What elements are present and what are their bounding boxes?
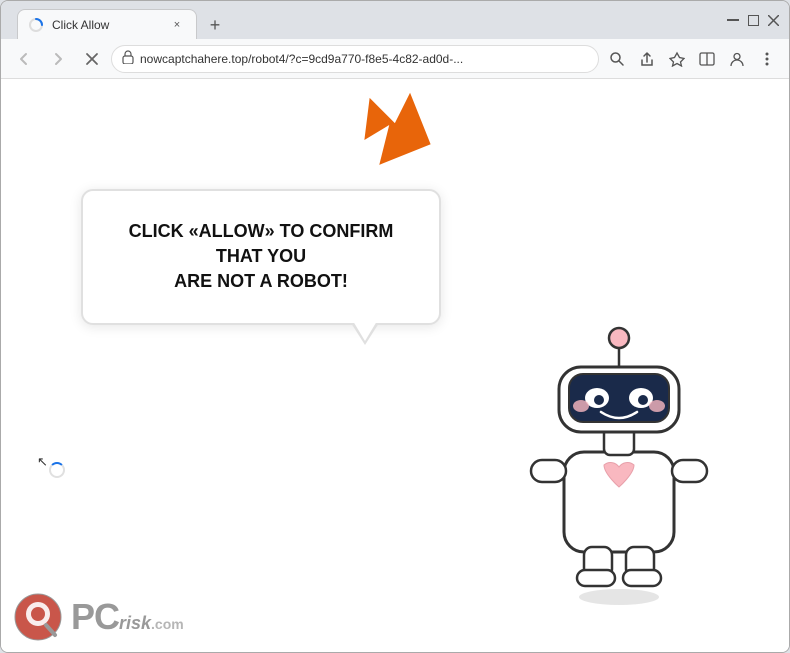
browser-tab[interactable]: Click Allow × — [17, 9, 197, 39]
bubble-line1: CLICK «ALLOW» TO CONFIRM THAT YOU — [129, 221, 394, 266]
tab-favicon — [28, 17, 44, 33]
close-button[interactable] — [765, 12, 781, 28]
browser-window: Click Allow × + — [0, 0, 790, 653]
toolbar: nowcaptchahere.top/robot4/?c=9cd9a770-f8… — [1, 39, 789, 79]
share-icon-button[interactable] — [633, 45, 661, 73]
search-icon-button[interactable] — [603, 45, 631, 73]
bookmark-icon-button[interactable] — [663, 45, 691, 73]
tab-title: Click Allow — [52, 18, 160, 32]
new-tab-button[interactable]: + — [201, 11, 229, 39]
lock-icon — [122, 50, 134, 67]
pcrisk-pc-text: PC — [71, 599, 119, 635]
toolbar-actions — [603, 45, 781, 73]
minimize-button[interactable] — [725, 12, 741, 28]
forward-button[interactable] — [43, 44, 73, 74]
robot-illustration — [509, 312, 729, 592]
window-controls — [725, 12, 781, 28]
loading-spinner — [49, 462, 69, 482]
split-view-button[interactable] — [693, 45, 721, 73]
address-text: nowcaptchahere.top/robot4/?c=9cd9a770-f8… — [140, 52, 588, 66]
reload-button[interactable] — [77, 44, 107, 74]
speech-bubble: CLICK «ALLOW» TO CONFIRM THAT YOU ARE NO… — [81, 189, 441, 325]
content-area: CLICK «ALLOW» TO CONFIRM THAT YOU ARE NO… — [1, 79, 789, 652]
tab-close-button[interactable]: × — [168, 16, 186, 34]
pcrisk-risk-text: risk.com — [119, 613, 184, 634]
bubble-text: CLICK «ALLOW» TO CONFIRM THAT YOU ARE NO… — [115, 219, 407, 295]
profile-icon-button[interactable] — [723, 45, 751, 73]
pcrisk-logo-icon — [13, 592, 63, 642]
bubble-line2: ARE NOT A ROBOT! — [174, 271, 348, 291]
address-bar[interactable]: nowcaptchahere.top/robot4/?c=9cd9a770-f8… — [111, 45, 599, 73]
maximize-button[interactable] — [745, 12, 761, 28]
cursor-icon: ↖ — [37, 454, 48, 470]
back-button[interactable] — [9, 44, 39, 74]
pcrisk-watermark: PC risk.com — [1, 582, 251, 652]
orange-arrow — [355, 89, 435, 179]
pcrisk-text-group: PC risk.com — [71, 599, 184, 635]
menu-button[interactable] — [753, 45, 781, 73]
